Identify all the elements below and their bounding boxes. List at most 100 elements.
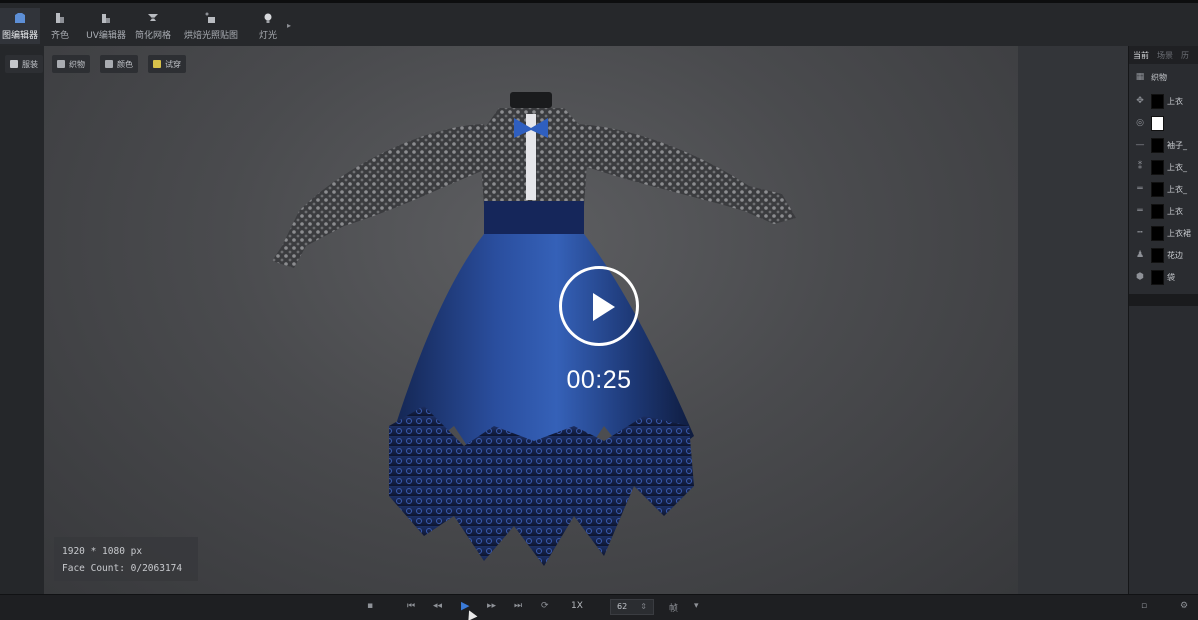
- list-item-label: 上衣_: [1167, 184, 1187, 194]
- fabric-swatch: [1151, 181, 1164, 197]
- panel-header[interactable]: ▦ 织物: [1129, 66, 1198, 88]
- list-item[interactable]: ⁑ 上衣_: [1129, 156, 1198, 178]
- color-button[interactable]: 颜色: [100, 55, 138, 73]
- tool-label: 烘焙光照贴图: [183, 30, 238, 41]
- tool-label: 简化网格: [134, 30, 171, 41]
- list-item[interactable]: ♟ 花边: [1129, 244, 1198, 266]
- tab-history[interactable]: 历: [1181, 50, 1189, 61]
- tool-pattern-editor[interactable]: 图编辑器: [0, 8, 40, 44]
- mesh-icon: [146, 12, 160, 24]
- fabric-swatch: [1151, 203, 1164, 219]
- expand-icon[interactable]: ▸: [287, 21, 291, 30]
- panel-header-label: 织物: [1151, 72, 1167, 82]
- target-icon: ◎: [1136, 118, 1144, 128]
- tool-lighting[interactable]: 灯光: [256, 8, 280, 44]
- frame-value: 62: [617, 602, 628, 611]
- garment-button[interactable]: 服装: [5, 55, 43, 73]
- garment-label: 服装: [22, 59, 38, 69]
- record-icon[interactable]: ▪: [367, 601, 373, 611]
- loop-icon[interactable]: ⟳: [541, 601, 549, 611]
- skip-forward-icon[interactable]: ⏭: [514, 601, 522, 611]
- fabric-label: 织物: [69, 59, 85, 69]
- line-icon: —: [1135, 140, 1145, 150]
- bake-icon: [204, 12, 218, 24]
- package-icon: ⬢: [1136, 272, 1144, 282]
- list-item[interactable]: ═ 上衣: [1129, 200, 1198, 222]
- list-item-label: 上衣: [1167, 206, 1183, 216]
- object-browser-panel: 当前 场景 历 ▦ 织物 ✥ 上衣 ◎ — 袖子_ ⁑ 上衣_ ═ 上衣_ ═ …: [1128, 46, 1198, 594]
- double-line-icon: ═: [1137, 206, 1143, 216]
- settings-gear-icon[interactable]: ⚙: [1180, 601, 1188, 611]
- play-icon[interactable]: [559, 266, 639, 346]
- tool-label: 齐色: [50, 30, 69, 41]
- list-item-label: 上衣_: [1167, 162, 1187, 172]
- double-line-icon: ═: [1137, 184, 1143, 194]
- avatar-icon: ♟: [1135, 250, 1145, 260]
- pin-icon: ⁑: [1137, 162, 1143, 172]
- tool-label: 灯光: [258, 30, 277, 41]
- tool-color[interactable]: 齐色: [46, 8, 74, 44]
- fabric-swatch: [1151, 93, 1164, 109]
- list-item-label: 上衣: [1167, 96, 1183, 106]
- panel-tabs: 当前 场景 历: [1129, 46, 1198, 64]
- render-info: 1920 * 1080 px Face Count: 0/2063174: [54, 537, 198, 581]
- fabric-list-icon: ▦: [1135, 72, 1145, 82]
- main-toolbar: 图编辑器 齐色 UV编辑器 简化网格 烘焙光照贴图 灯光 ▸: [0, 0, 1198, 46]
- color-label: 颜色: [117, 59, 133, 69]
- garment-render: [272, 92, 796, 566]
- fabric-icon: [57, 60, 65, 68]
- timeline-bar: ▪ ⏮ ◂◂ ▶ ▸▸ ⏭ ⟳ 1X 62 ⇕ 帧 ▾ ▫ ⚙: [0, 594, 1198, 620]
- try-on-icon: [153, 60, 161, 68]
- try-on-button[interactable]: 试穿: [148, 55, 186, 73]
- left-sidebar: [0, 46, 44, 594]
- list-item-label: 袋: [1167, 272, 1175, 282]
- shirt-icon: [13, 12, 27, 24]
- fabric-swatch: [1151, 225, 1164, 241]
- palette-icon: [53, 12, 67, 24]
- tab-current[interactable]: 当前: [1133, 50, 1149, 61]
- move-icon: ✥: [1136, 96, 1144, 106]
- fabric-button[interactable]: 织物: [52, 55, 90, 73]
- list-item-label: 袖子_: [1167, 140, 1187, 150]
- list-item-label: 上衣裙: [1167, 228, 1191, 238]
- tool-label: 图编辑器: [1, 30, 38, 41]
- list-item[interactable]: ⬢ 袋: [1129, 266, 1198, 288]
- tool-label: UV编辑器: [86, 30, 126, 41]
- try-on-label: 试穿: [165, 59, 181, 69]
- list-item[interactable]: ═ 上衣_: [1129, 178, 1198, 200]
- light-bulb-icon: [261, 12, 275, 24]
- fabric-swatch: [1151, 269, 1164, 285]
- uv-grid-icon: [99, 12, 113, 24]
- viewport-right-margin: [1018, 46, 1128, 594]
- list-item-label: 花边: [1167, 250, 1183, 260]
- timeline-options-icon[interactable]: ▫: [1141, 601, 1147, 611]
- fabric-swatch: [1151, 247, 1164, 263]
- stepper-icon[interactable]: ⇕: [640, 602, 647, 611]
- video-time: 00:25: [566, 366, 632, 394]
- speed-selector[interactable]: 1X: [571, 601, 583, 611]
- list-item[interactable]: ┅ 上衣裙: [1129, 222, 1198, 244]
- unit-dropdown-icon[interactable]: ▾: [694, 601, 699, 611]
- resolution-text: 1920 * 1080 px: [62, 546, 143, 557]
- stitch-icon: ┅: [1137, 228, 1143, 238]
- list-item[interactable]: ✥ 上衣: [1129, 90, 1198, 112]
- frame-unit: 帧: [669, 604, 679, 614]
- step-forward-icon[interactable]: ▸▸: [487, 601, 496, 611]
- face-count-text: Face Count: 0/2063174: [62, 563, 183, 574]
- fabric-swatch: [1151, 115, 1164, 131]
- skip-back-icon[interactable]: ⏮: [407, 601, 415, 611]
- tool-simplify-mesh[interactable]: 简化网格: [133, 8, 173, 44]
- tab-scene[interactable]: 场景: [1157, 50, 1173, 61]
- tool-uv-editor[interactable]: UV编辑器: [85, 8, 127, 44]
- step-back-icon[interactable]: ◂◂: [433, 601, 442, 611]
- fabric-swatch: [1151, 137, 1164, 153]
- color-icon: [105, 60, 113, 68]
- 3d-viewport[interactable]: [44, 46, 1018, 594]
- tool-bake-lightmap[interactable]: 烘焙光照贴图: [181, 8, 241, 44]
- panel-splitter[interactable]: [1129, 294, 1198, 306]
- frame-input[interactable]: 62 ⇕: [610, 599, 654, 615]
- garment-icon: [10, 60, 18, 68]
- list-item[interactable]: — 袖子_: [1129, 134, 1198, 156]
- list-item[interactable]: ◎: [1129, 112, 1198, 134]
- fabric-swatch: [1151, 159, 1164, 175]
